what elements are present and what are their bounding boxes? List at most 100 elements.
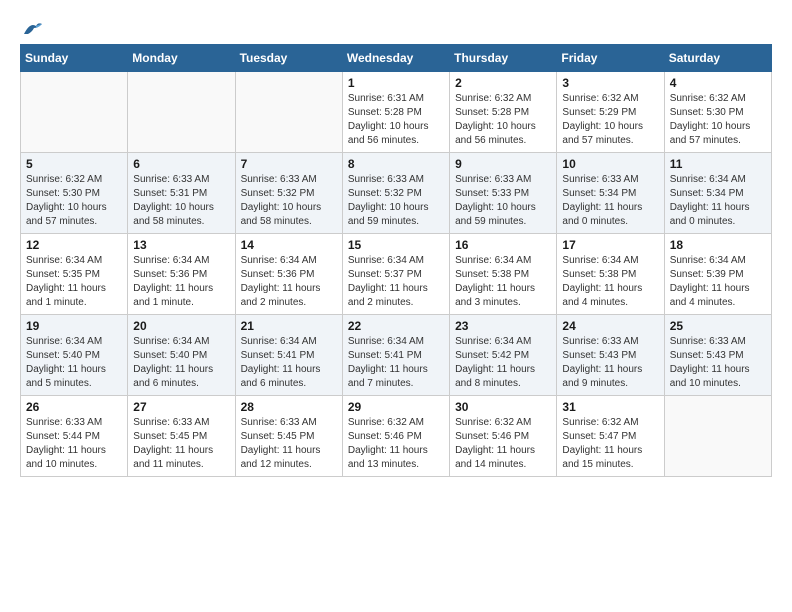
calendar-cell: 27 Sunrise: 6:33 AM Sunset: 5:45 PM Dayli…: [128, 396, 235, 477]
day-info: Sunrise: 6:32 AM Sunset: 5:47 PM Dayligh…: [562, 416, 658, 472]
day-info: Sunrise: 6:34 AM Sunset: 5:42 PM Dayligh…: [455, 335, 551, 391]
day-info: Sunrise: 6:32 AM Sunset: 5:30 PM Dayligh…: [26, 173, 122, 229]
calendar-cell: [128, 72, 235, 153]
day-info: Sunrise: 6:34 AM Sunset: 5:35 PM Dayligh…: [26, 254, 122, 310]
calendar-cell: 21 Sunrise: 6:34 AM Sunset: 5:41 PM Dayli…: [235, 315, 342, 396]
day-info: Sunrise: 6:33 AM Sunset: 5:45 PM Dayligh…: [133, 416, 229, 472]
calendar-cell: [21, 72, 128, 153]
day-info: Sunrise: 6:32 AM Sunset: 5:46 PM Dayligh…: [455, 416, 551, 472]
calendar-cell: 29 Sunrise: 6:32 AM Sunset: 5:46 PM Dayli…: [342, 396, 449, 477]
logo: [20, 20, 44, 34]
day-number: 9: [455, 157, 551, 171]
calendar-cell: 12 Sunrise: 6:34 AM Sunset: 5:35 PM Dayli…: [21, 234, 128, 315]
day-number: 23: [455, 319, 551, 333]
day-info: Sunrise: 6:34 AM Sunset: 5:37 PM Dayligh…: [348, 254, 444, 310]
day-number: 27: [133, 400, 229, 414]
calendar-cell: 2Sunrise: 6:32 AM Sunset: 5:28 PM Daylig…: [450, 72, 557, 153]
calendar-cell: 25 Sunrise: 6:33 AM Sunset: 5:43 PM Dayli…: [664, 315, 771, 396]
calendar-cell: 1 Sunrise: 6:31 AM Sunset: 5:28 PM Daylig…: [342, 72, 449, 153]
day-info: Sunrise: 6:33 AM Sunset: 5:34 PM Dayligh…: [562, 173, 658, 229]
day-number: 13: [133, 238, 229, 252]
day-number: 29: [348, 400, 444, 414]
day-number: 25: [670, 319, 766, 333]
day-info: Sunrise: 6:34 AM Sunset: 5:34 PM Dayligh…: [670, 173, 766, 229]
day-number: 17: [562, 238, 658, 252]
day-number: 14: [241, 238, 337, 252]
day-info: Sunrise: 6:34 AM Sunset: 5:36 PM Dayligh…: [133, 254, 229, 310]
day-number: 30: [455, 400, 551, 414]
calendar-cell: 13 Sunrise: 6:34 AM Sunset: 5:36 PM Dayli…: [128, 234, 235, 315]
calendar-cell: 4Sunrise: 6:32 AM Sunset: 5:30 PM Daylig…: [664, 72, 771, 153]
col-header-monday: Monday: [128, 45, 235, 72]
calendar-cell: 15 Sunrise: 6:34 AM Sunset: 5:37 PM Dayli…: [342, 234, 449, 315]
day-number: 1: [348, 76, 444, 90]
calendar-cell: 23 Sunrise: 6:34 AM Sunset: 5:42 PM Dayli…: [450, 315, 557, 396]
day-number: 3: [562, 76, 658, 90]
calendar-table: SundayMondayTuesdayWednesdayThursdayFrid…: [20, 44, 772, 477]
day-info: Sunrise: 6:33 AM Sunset: 5:32 PM Dayligh…: [241, 173, 337, 229]
calendar-week-row: 12 Sunrise: 6:34 AM Sunset: 5:35 PM Dayli…: [21, 234, 772, 315]
day-number: 24: [562, 319, 658, 333]
calendar-header-row: SundayMondayTuesdayWednesdayThursdayFrid…: [21, 45, 772, 72]
calendar-cell: 16Sunrise: 6:34 AM Sunset: 5:38 PM Dayli…: [450, 234, 557, 315]
day-number: 21: [241, 319, 337, 333]
day-number: 6: [133, 157, 229, 171]
day-info: Sunrise: 6:33 AM Sunset: 5:43 PM Dayligh…: [562, 335, 658, 391]
calendar-cell: 9 Sunrise: 6:33 AM Sunset: 5:33 PM Daylig…: [450, 153, 557, 234]
calendar-cell: 10 Sunrise: 6:33 AM Sunset: 5:34 PM Dayli…: [557, 153, 664, 234]
calendar-week-row: 19 Sunrise: 6:34 AM Sunset: 5:40 PM Dayli…: [21, 315, 772, 396]
calendar-cell: 24 Sunrise: 6:33 AM Sunset: 5:43 PM Dayli…: [557, 315, 664, 396]
col-header-tuesday: Tuesday: [235, 45, 342, 72]
day-number: 19: [26, 319, 122, 333]
day-number: 12: [26, 238, 122, 252]
day-info: Sunrise: 6:34 AM Sunset: 5:41 PM Dayligh…: [348, 335, 444, 391]
day-info: Sunrise: 6:34 AM Sunset: 5:40 PM Dayligh…: [26, 335, 122, 391]
calendar-cell: 22 Sunrise: 6:34 AM Sunset: 5:41 PM Dayli…: [342, 315, 449, 396]
day-number: 28: [241, 400, 337, 414]
calendar-cell: 7 Sunrise: 6:33 AM Sunset: 5:32 PM Daylig…: [235, 153, 342, 234]
day-number: 11: [670, 157, 766, 171]
day-info: Sunrise: 6:34 AM Sunset: 5:36 PM Dayligh…: [241, 254, 337, 310]
day-info: Sunrise: 6:34 AM Sunset: 5:41 PM Dayligh…: [241, 335, 337, 391]
day-info: Sunrise: 6:33 AM Sunset: 5:32 PM Dayligh…: [348, 173, 444, 229]
calendar-week-row: 5 Sunrise: 6:32 AM Sunset: 5:30 PM Daylig…: [21, 153, 772, 234]
calendar-cell: 18Sunrise: 6:34 AM Sunset: 5:39 PM Dayli…: [664, 234, 771, 315]
calendar-cell: [664, 396, 771, 477]
day-number: 15: [348, 238, 444, 252]
day-info: Sunrise: 6:32 AM Sunset: 5:46 PM Dayligh…: [348, 416, 444, 472]
day-number: 10: [562, 157, 658, 171]
calendar-week-row: 26 Sunrise: 6:33 AM Sunset: 5:44 PM Dayli…: [21, 396, 772, 477]
day-number: 8: [348, 157, 444, 171]
col-header-sunday: Sunday: [21, 45, 128, 72]
day-number: 7: [241, 157, 337, 171]
page-header: [20, 20, 772, 34]
col-header-thursday: Thursday: [450, 45, 557, 72]
calendar-cell: 26 Sunrise: 6:33 AM Sunset: 5:44 PM Dayli…: [21, 396, 128, 477]
day-info: Sunrise: 6:33 AM Sunset: 5:45 PM Dayligh…: [241, 416, 337, 472]
day-info: Sunrise: 6:33 AM Sunset: 5:44 PM Dayligh…: [26, 416, 122, 472]
calendar-cell: 19 Sunrise: 6:34 AM Sunset: 5:40 PM Dayli…: [21, 315, 128, 396]
day-info: Sunrise: 6:31 AM Sunset: 5:28 PM Dayligh…: [348, 92, 444, 148]
logo-bird-icon: [22, 20, 44, 38]
col-header-saturday: Saturday: [664, 45, 771, 72]
day-info: Sunrise: 6:34 AM Sunset: 5:39 PM Dayligh…: [670, 254, 766, 310]
day-info: Sunrise: 6:34 AM Sunset: 5:40 PM Dayligh…: [133, 335, 229, 391]
calendar-cell: 6 Sunrise: 6:33 AM Sunset: 5:31 PM Daylig…: [128, 153, 235, 234]
calendar-cell: 11 Sunrise: 6:34 AM Sunset: 5:34 PM Dayli…: [664, 153, 771, 234]
calendar-cell: 14 Sunrise: 6:34 AM Sunset: 5:36 PM Dayli…: [235, 234, 342, 315]
calendar-cell: 30 Sunrise: 6:32 AM Sunset: 5:46 PM Dayli…: [450, 396, 557, 477]
day-number: 31: [562, 400, 658, 414]
day-number: 5: [26, 157, 122, 171]
col-header-wednesday: Wednesday: [342, 45, 449, 72]
day-info: Sunrise: 6:33 AM Sunset: 5:43 PM Dayligh…: [670, 335, 766, 391]
calendar-cell: 20Sunrise: 6:34 AM Sunset: 5:40 PM Dayli…: [128, 315, 235, 396]
calendar-week-row: 1 Sunrise: 6:31 AM Sunset: 5:28 PM Daylig…: [21, 72, 772, 153]
day-info: Sunrise: 6:33 AM Sunset: 5:33 PM Dayligh…: [455, 173, 551, 229]
day-info: Sunrise: 6:34 AM Sunset: 5:38 PM Dayligh…: [455, 254, 551, 310]
day-number: 22: [348, 319, 444, 333]
day-info: Sunrise: 6:32 AM Sunset: 5:29 PM Dayligh…: [562, 92, 658, 148]
day-info: Sunrise: 6:33 AM Sunset: 5:31 PM Dayligh…: [133, 173, 229, 229]
day-number: 2: [455, 76, 551, 90]
day-number: 4: [670, 76, 766, 90]
day-number: 26: [26, 400, 122, 414]
